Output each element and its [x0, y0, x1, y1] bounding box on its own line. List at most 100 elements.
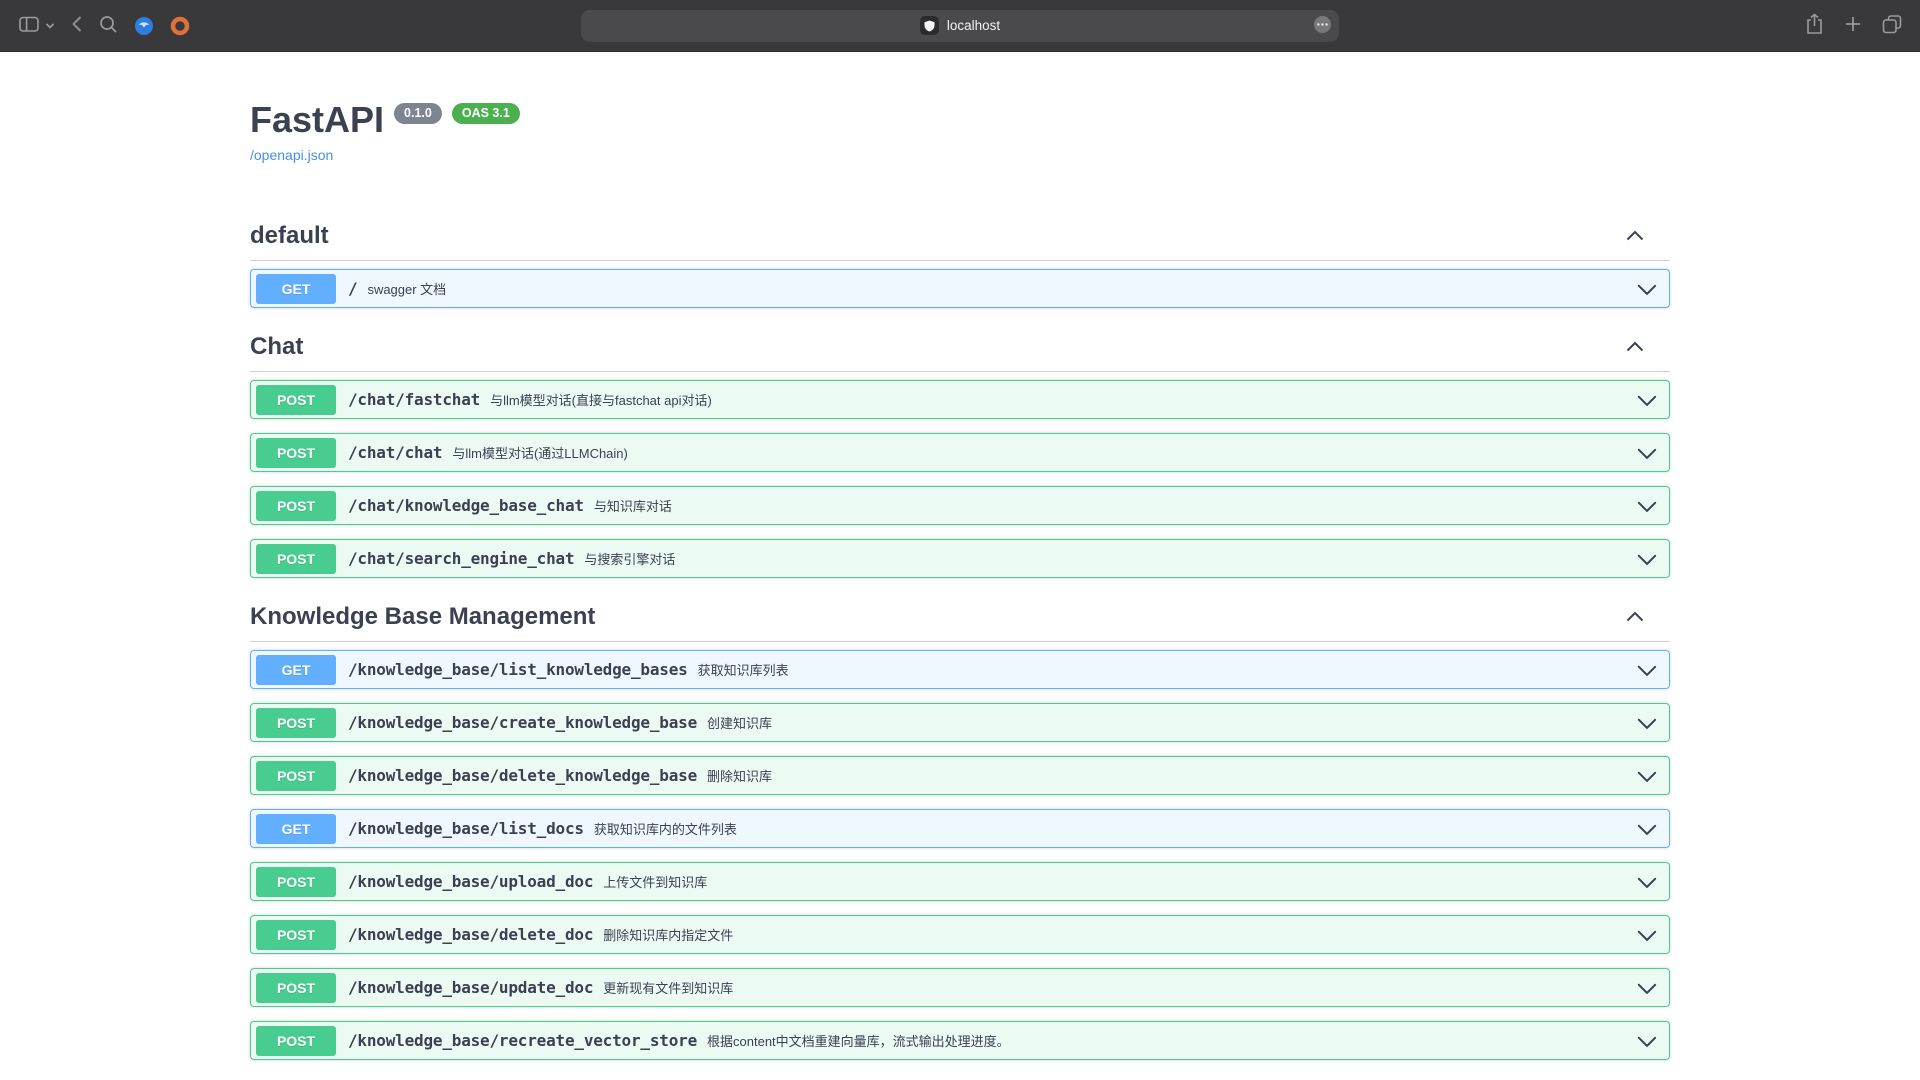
share-icon	[1805, 13, 1824, 38]
method-badge: POST	[256, 867, 336, 897]
search-icon	[99, 15, 118, 37]
browser-toolbar: localhost	[0, 0, 1920, 52]
method-badge: POST	[256, 438, 336, 468]
endpoint-description: 删除知识库	[707, 766, 772, 785]
openapi-spec-link[interactable]: /openapi.json	[250, 147, 333, 163]
endpoint-description: 创建知识库	[707, 713, 772, 732]
chevron-down-icon[interactable]	[1637, 713, 1657, 733]
chevron-down-icon[interactable]	[1637, 872, 1657, 892]
endpoint-row[interactable]: POST /knowledge_base/delete_doc 删除知识库内指定…	[250, 915, 1670, 954]
method-badge: GET	[256, 814, 336, 844]
endpoint-row[interactable]: POST /knowledge_base/upload_doc 上传文件到知识库	[250, 862, 1670, 901]
swagger-page: FastAPI 0.1.0 OAS 3.1 /openapi.json defa…	[250, 52, 1670, 1060]
privacy-shield-icon	[920, 16, 939, 35]
chevron-down-icon[interactable]	[1637, 1031, 1657, 1051]
api-info: FastAPI 0.1.0 OAS 3.1 /openapi.json	[250, 98, 1670, 165]
page-options-button[interactable]	[1313, 15, 1332, 37]
oas-badge: OAS 3.1	[452, 103, 520, 124]
sidebar-toggle-button[interactable]	[18, 13, 40, 38]
ellipsis-icon	[1313, 15, 1332, 37]
endpoint-path: /knowledge_base/list_docs	[348, 819, 584, 838]
endpoint-path: /chat/knowledge_base_chat	[348, 496, 584, 515]
endpoint-path: /knowledge_base/recreate_vector_store	[348, 1031, 697, 1050]
method-badge: POST	[256, 761, 336, 791]
section-header-knowledge-base-management[interactable]: Knowledge Base Management	[250, 592, 1670, 642]
endpoint-path: /chat/fastchat	[348, 390, 480, 409]
endpoint-row[interactable]: POST /chat/search_engine_chat 与搜索引擎对话	[250, 539, 1670, 578]
endpoint-path: /knowledge_base/delete_knowledge_base	[348, 766, 697, 785]
chevron-down-icon[interactable]	[1637, 443, 1657, 463]
endpoint-row[interactable]: POST /knowledge_base/update_doc 更新现有文件到知…	[250, 968, 1670, 1007]
section-header-default[interactable]: default	[250, 211, 1670, 261]
endpoint-row[interactable]: POST /chat/chat 与llm模型对话(通过LLMChain)	[250, 433, 1670, 472]
endpoint-row[interactable]: GET /knowledge_base/list_knowledge_bases…	[250, 650, 1670, 689]
chevron-down-icon[interactable]	[1637, 390, 1657, 410]
sidebar-icon	[18, 13, 40, 38]
method-badge: GET	[256, 274, 336, 304]
endpoint-row[interactable]: POST /chat/knowledge_base_chat 与知识库对话	[250, 486, 1670, 525]
api-title: FastAPI 0.1.0 OAS 3.1	[250, 98, 1670, 141]
endpoint-path: /chat/search_engine_chat	[348, 549, 574, 568]
section-knowledge-base-management: Knowledge Base Management GET /knowledge…	[250, 592, 1670, 1060]
chevron-down-icon[interactable]	[1637, 819, 1657, 839]
endpoint-path: /knowledge_base/delete_doc	[348, 925, 593, 944]
endpoint-row[interactable]: GET /knowledge_base/list_docs 获取知识库内的文件列…	[250, 809, 1670, 848]
method-badge: POST	[256, 385, 336, 415]
method-badge: POST	[256, 1026, 336, 1056]
method-badge: GET	[256, 655, 336, 685]
chevron-down-icon[interactable]	[1637, 549, 1657, 569]
orange-extension-icon[interactable]	[170, 16, 190, 36]
endpoint-description: 与llm模型对话(直接与fastchat api对话)	[490, 390, 712, 409]
chevron-down-icon[interactable]	[1637, 279, 1657, 299]
new-tab-button[interactable]	[1844, 15, 1862, 36]
section-title: Chat	[250, 332, 303, 361]
endpoint-row[interactable]: POST /chat/fastchat 与llm模型对话(直接与fastchat…	[250, 380, 1670, 419]
blue-extension-icon[interactable]	[134, 16, 154, 36]
endpoint-row[interactable]: POST /knowledge_base/delete_knowledge_ba…	[250, 756, 1670, 795]
version-badge: 0.1.0	[394, 103, 442, 124]
endpoint-description: 与llm模型对话(通过LLMChain)	[452, 443, 628, 462]
method-badge: POST	[256, 491, 336, 521]
endpoint-description: 获取知识库列表	[698, 660, 789, 679]
section-title: Knowledge Base Management	[250, 602, 595, 631]
endpoint-description: 获取知识库内的文件列表	[594, 819, 737, 838]
endpoint-row[interactable]: POST /knowledge_base/recreate_vector_sto…	[250, 1021, 1670, 1060]
search-button[interactable]	[99, 15, 118, 37]
endpoint-description: 上传文件到知识库	[603, 872, 707, 891]
section-header-chat[interactable]: Chat	[250, 322, 1670, 372]
endpoint-row[interactable]: GET / swagger 文档	[250, 269, 1670, 308]
address-bar[interactable]: localhost	[581, 10, 1339, 42]
endpoint-description: swagger 文档	[367, 279, 446, 298]
endpoint-path: /knowledge_base/create_knowledge_base	[348, 713, 697, 732]
endpoint-description: 更新现有文件到知识库	[603, 978, 733, 997]
chevron-down-icon[interactable]	[1637, 766, 1657, 786]
tab-overview-button[interactable]	[1882, 14, 1902, 37]
endpoint-row[interactable]: POST /knowledge_base/create_knowledge_ba…	[250, 703, 1670, 742]
sidebar-menu-button[interactable]	[45, 18, 55, 33]
chevron-up-icon[interactable]	[1626, 230, 1644, 241]
method-badge: POST	[256, 544, 336, 574]
plus-icon	[1844, 15, 1862, 36]
chevron-down-icon[interactable]	[1637, 925, 1657, 945]
section-default: default GET / swagger 文档	[250, 211, 1670, 308]
endpoint-path: /knowledge_base/list_knowledge_bases	[348, 660, 688, 679]
section-chat: Chat POST /chat/fastchat 与llm模型对话(直接与fas…	[250, 322, 1670, 578]
method-badge: POST	[256, 708, 336, 738]
share-button[interactable]	[1805, 13, 1824, 38]
endpoint-description: 与知识库对话	[594, 496, 672, 515]
section-title: default	[250, 221, 329, 250]
chevron-up-icon[interactable]	[1626, 341, 1644, 352]
api-title-text: FastAPI	[250, 98, 384, 141]
endpoint-path: /chat/chat	[348, 443, 442, 462]
endpoint-path: /	[348, 279, 357, 298]
endpoint-description: 根据content中文档重建向量库，流式输出处理进度。	[707, 1031, 1010, 1050]
method-badge: POST	[256, 920, 336, 950]
chevron-down-icon[interactable]	[1637, 496, 1657, 516]
chevron-down-icon[interactable]	[1637, 660, 1657, 680]
endpoint-description: 与搜索引擎对话	[584, 549, 675, 568]
chevron-up-icon[interactable]	[1626, 611, 1644, 622]
chevron-down-icon[interactable]	[1637, 978, 1657, 998]
method-badge: POST	[256, 973, 336, 1003]
back-button[interactable]	[71, 15, 83, 36]
url-text: localhost	[947, 18, 1000, 33]
